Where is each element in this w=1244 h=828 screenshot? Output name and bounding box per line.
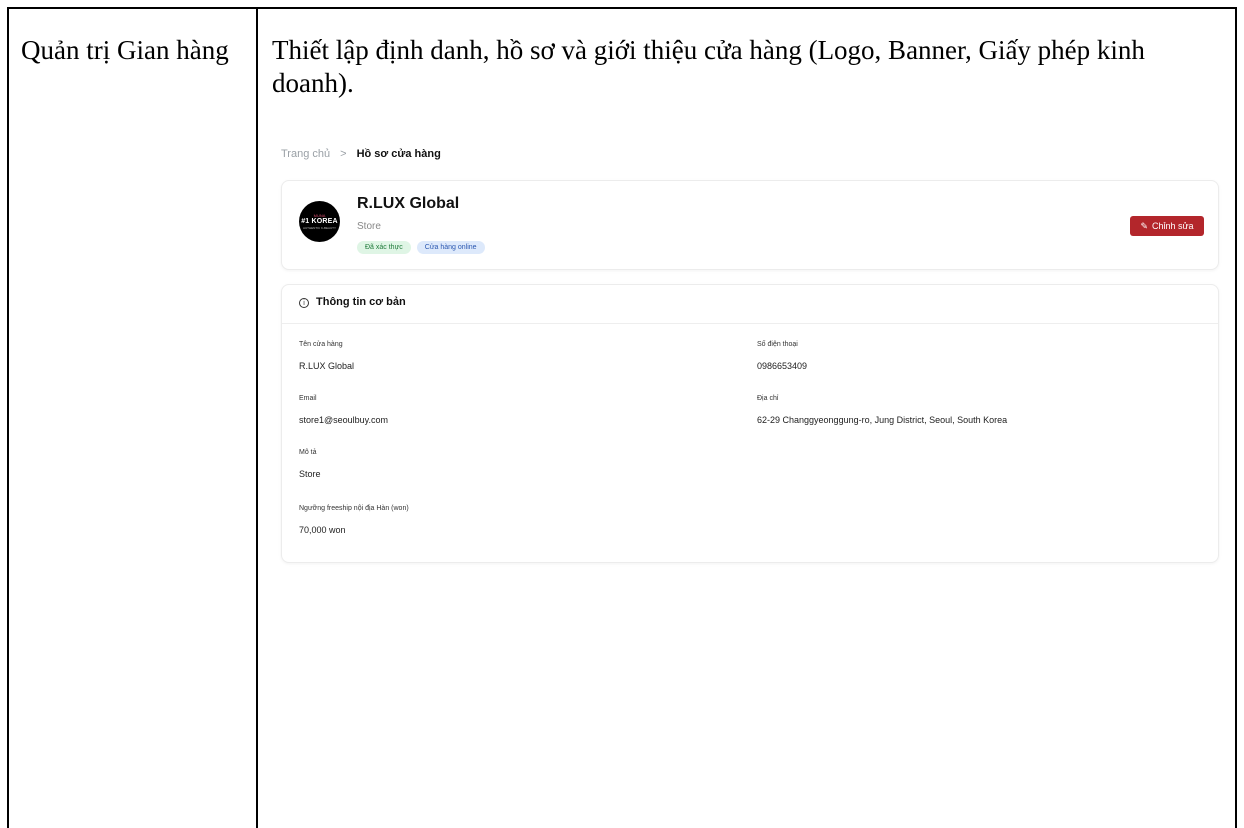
online-store-badge: Cửa hàng online xyxy=(416,241,485,254)
logo-main-text: #1 KOREA xyxy=(301,218,338,225)
basic-info-header: i Thông tin cơ bản xyxy=(282,285,1218,324)
table-border-middle xyxy=(256,7,258,828)
verified-badge: Đã xác thực xyxy=(357,241,411,254)
edit-icon: ✎ xyxy=(1140,220,1148,231)
store-profile-screenshot: Trang chủ > Hồ sơ cửa hàng MUNA #1 KOREA… xyxy=(272,140,1227,580)
table-border-top xyxy=(7,7,1237,9)
freeship-label: Ngưỡng freeship nội địa Hàn (won) xyxy=(299,505,409,512)
phone-value: 0986653409 xyxy=(757,361,808,371)
breadcrumb-home-link[interactable]: Trang chủ xyxy=(281,148,330,160)
store-name-value: R.LUX Global xyxy=(299,361,355,371)
store-logo: MUNA #1 KOREA AUTHENTIC K-BEAUTY xyxy=(299,201,340,242)
description-value: Store xyxy=(299,469,321,479)
document-table: Quản trị Gian hàng Thiết lập định danh, … xyxy=(0,0,1244,828)
logo-sub-text: AUTHENTIC K-BEAUTY xyxy=(302,226,336,230)
basic-info-card: i Thông tin cơ bản Tên cửa hàng R.LUX Gl… xyxy=(281,284,1219,563)
address-value: 62-29 Changgyeonggung-ro, Jung District,… xyxy=(757,415,1008,425)
edit-button[interactable]: ✎ Chỉnh sửa xyxy=(1130,216,1204,236)
store-header-card: MUNA #1 KOREA AUTHENTIC K-BEAUTY R.LUX G… xyxy=(281,180,1219,270)
description-label: Mô tả xyxy=(299,449,317,456)
store-name-label: Tên cửa hàng xyxy=(299,341,343,348)
basic-info-title: Thông tin cơ bản xyxy=(316,296,406,308)
breadcrumb: Trang chủ > Hồ sơ cửa hàng xyxy=(281,148,441,160)
phone-label: Số điện thoại xyxy=(757,341,798,348)
address-label: Địa chỉ xyxy=(757,395,779,402)
edit-button-label: Chỉnh sửa xyxy=(1152,221,1194,231)
store-name: R.LUX Global xyxy=(357,195,460,212)
row-label: Quản trị Gian hàng xyxy=(21,35,229,65)
store-badges: Đã xác thực Cửa hàng online xyxy=(357,241,485,254)
freeship-value: 70,000 won xyxy=(299,525,346,535)
info-icon: i xyxy=(299,298,309,308)
row-description: Thiết lập định danh, hồ sơ và giới thiệu… xyxy=(272,35,1145,98)
breadcrumb-current: Hồ sơ cửa hàng xyxy=(356,148,441,160)
table-border-right xyxy=(1235,7,1237,828)
email-label: Email xyxy=(299,395,317,402)
chevron-right-icon: > xyxy=(340,148,347,160)
table-border-left xyxy=(7,7,9,828)
store-type: Store xyxy=(357,221,381,232)
email-value: store1@seoulbuy.com xyxy=(299,415,389,425)
